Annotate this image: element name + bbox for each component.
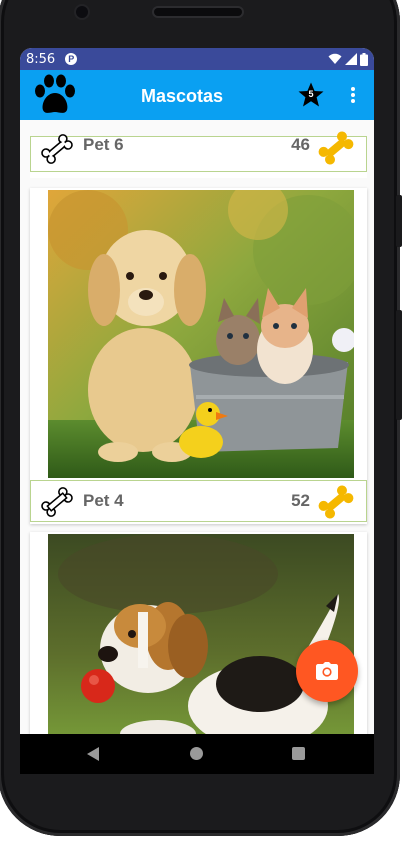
screen: 8:56 P Mascotas 5 Pet 6 46 Pet 4 52 [20,48,374,734]
bone-icon [318,485,354,519]
recents-nav-icon[interactable] [292,747,305,760]
system-nav-bar [20,734,374,774]
notification-p-icon: P [65,53,78,65]
wifi-icon [328,53,342,64]
bone-icon [318,131,354,165]
pet-likes-count: 52 [291,491,310,510]
phone-device: 8:56 P Mascotas 5 Pet 6 46 Pet 4 52 [0,0,402,854]
app-bar: Mascotas 5 [20,70,374,120]
bone-icon[interactable] [39,131,75,167]
more-vert-icon-dot [351,87,355,91]
status-bar: 8:56 P [20,48,374,70]
pet-likes-count: 46 [291,135,310,154]
pet-info-bar: Pet 4 52 [30,480,367,522]
camera-fab-button[interactable] [296,640,358,702]
camera-icon [316,662,338,680]
home-nav-icon[interactable] [190,747,203,760]
pet-info-bar: Pet 6 46 [30,131,367,172]
overflow-menu-button[interactable] [344,84,362,106]
power-button [396,195,402,247]
app-title: Mascotas [140,86,224,106]
pet-name: Pet 4 [83,491,124,510]
more-vert-icon-dot [351,93,355,97]
pet-name: Pet 6 [83,135,124,154]
pet-photo [48,190,354,478]
pet-card [30,532,367,734]
favorites-button[interactable]: 5 [297,81,325,109]
more-vert-icon-dot [351,99,355,103]
battery-icon [360,52,368,66]
speaker-grille [154,8,242,16]
front-camera [76,6,88,18]
favorites-count: 5 [308,89,314,99]
signal-icon [345,53,357,65]
status-time: 8:56 [26,51,56,67]
pet-photo [48,534,354,734]
bone-icon[interactable] [39,484,75,520]
status-icons [328,52,368,66]
pet-card: Pet 4 52 [30,188,367,524]
pet-card: Pet 6 46 [30,131,367,178]
back-nav-icon[interactable] [86,746,100,762]
volume-button [396,310,402,420]
